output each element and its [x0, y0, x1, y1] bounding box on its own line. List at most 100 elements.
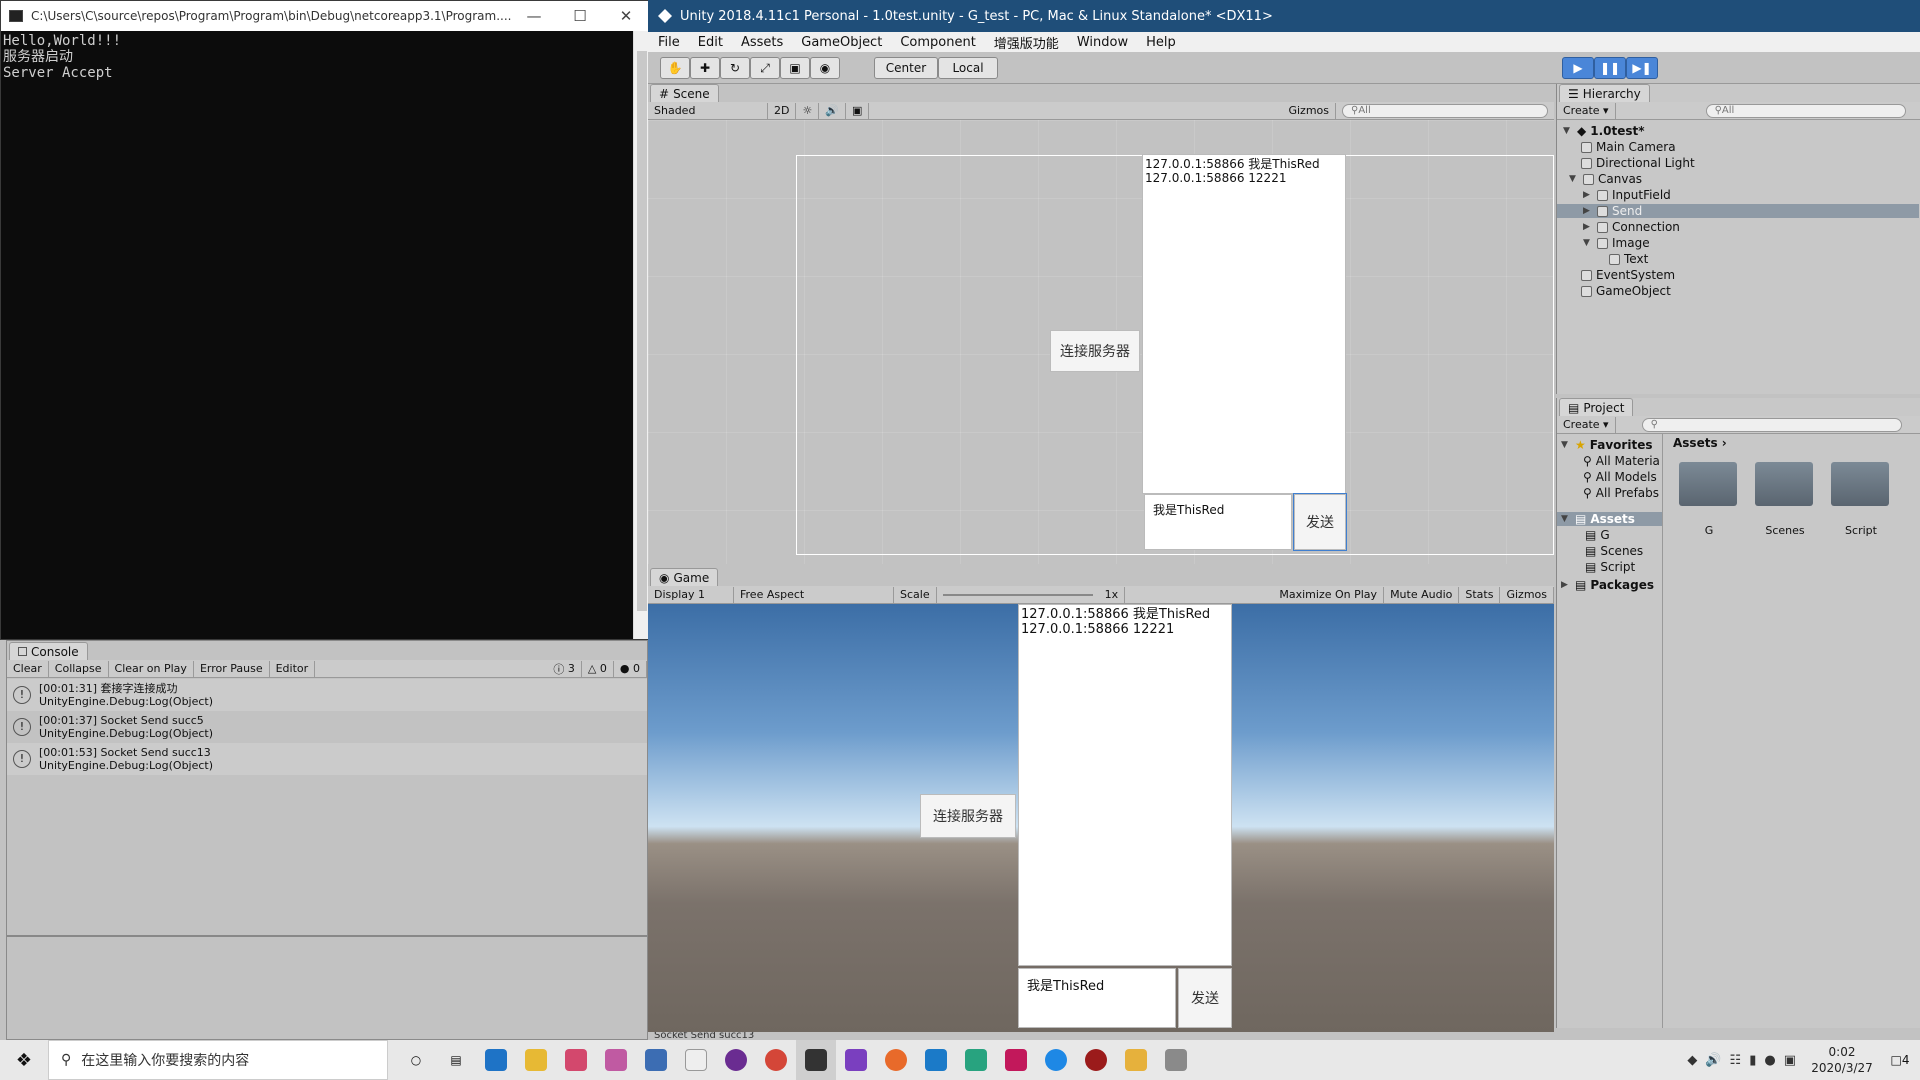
menu-help[interactable]: Help — [1146, 35, 1176, 50]
console-scrollbar[interactable] — [633, 31, 649, 639]
info-count-toggle[interactable]: ⓘ 3 — [547, 660, 582, 677]
maximize-button[interactable]: ☐ — [557, 7, 603, 25]
tab-scene[interactable]: # Scene — [650, 84, 719, 102]
aspect-dropdown[interactable]: Free Aspect — [734, 586, 894, 603]
app-icon[interactable] — [876, 1040, 916, 1080]
rotate-tool-button[interactable]: ↻ — [720, 57, 750, 79]
hierarchy-item[interactable]: Directional Light — [1581, 156, 1695, 170]
app-icon[interactable] — [596, 1040, 636, 1080]
app-icon[interactable] — [556, 1040, 596, 1080]
hierarchy-item[interactable]: ▶ Connection — [1583, 220, 1680, 234]
unity-title-bar[interactable]: Unity 2018.4.11c1 Personal - 1.0test.uni… — [648, 0, 1920, 32]
console-error-pause-button[interactable]: Error Pause — [194, 660, 270, 677]
audio-toggle-icon[interactable]: 🔊 — [819, 102, 847, 119]
console-entry[interactable]: ! [00:01:37] Socket Send succ5 UnityEngin… — [7, 711, 647, 743]
menu-file[interactable]: File — [658, 35, 680, 50]
assets-tree-item[interactable]: ▤ G — [1585, 528, 1610, 542]
clock[interactable]: 0:02 2020/3/27 — [1804, 1044, 1880, 1076]
scale-slider[interactable] — [942, 593, 1093, 596]
lighting-toggle-icon[interactable]: ☼ — [796, 102, 820, 119]
console-title-bar[interactable]: C:\Users\C\source\repos\Program\Program\… — [1, 1, 649, 31]
app-icon[interactable] — [1116, 1040, 1156, 1080]
tab-hierarchy[interactable]: ☰ Hierarchy — [1559, 84, 1650, 102]
scene-gizmos-dropdown[interactable]: Gizmos — [1282, 102, 1336, 119]
hierarchy-item[interactable]: GameObject — [1581, 284, 1671, 298]
volume-icon[interactable]: 🔊 — [1705, 1053, 1721, 1068]
console-detail-divider[interactable] — [7, 935, 647, 937]
scene-send-button[interactable]: 发送 — [1293, 493, 1347, 551]
transform-tool-button[interactable]: ◉ — [810, 57, 840, 79]
game-message-input[interactable]: 我是ThisRed — [1018, 968, 1176, 1028]
scene-message-panel[interactable]: 127.0.0.1:58866 我是ThisRed 127.0.0.1:5886… — [1142, 154, 1346, 494]
game-send-button[interactable]: 发送 — [1178, 968, 1232, 1028]
menu-edit[interactable]: Edit — [698, 35, 723, 50]
menu-enhanced[interactable]: 增强版功能 — [994, 33, 1059, 52]
tab-game[interactable]: ◉ Game — [650, 568, 719, 586]
file-explorer-icon[interactable] — [516, 1040, 556, 1080]
asset-folder[interactable]: Scenes — [1755, 462, 1815, 537]
favorites-item[interactable]: ⚲ All Models — [1583, 470, 1657, 484]
cortana-icon[interactable]: ○ — [396, 1040, 436, 1080]
app-icon[interactable] — [636, 1040, 676, 1080]
console-entry[interactable]: ! [00:01:53] Socket Send succ13 UnityEngi… — [7, 743, 647, 775]
hierarchy-item[interactable]: ▼ Canvas — [1569, 172, 1642, 186]
hierarchy-create-dropdown[interactable]: Create ▾ — [1557, 102, 1616, 119]
game-message-panel[interactable]: 127.0.0.1:58866 我是ThisRed 127.0.0.1:5886… — [1018, 604, 1232, 966]
scene-search-input[interactable]: ⚲ All — [1342, 103, 1548, 118]
favorites-section[interactable]: ▼ ★ Favorites — [1561, 438, 1652, 452]
vscode-icon[interactable] — [916, 1040, 956, 1080]
scene-viewport[interactable]: 127.0.0.1:58866 我是ThisRed 127.0.0.1:5886… — [648, 120, 1554, 564]
favorites-item[interactable]: ⚲ All Prefabs — [1583, 486, 1659, 500]
asset-folder[interactable]: Script — [1831, 462, 1891, 537]
project-search-input[interactable]: ⚲ — [1641, 417, 1902, 432]
assets-tree-item[interactable]: ▤ Script — [1585, 560, 1635, 574]
hierarchy-search-input[interactable]: ⚲ All — [1705, 103, 1906, 118]
visual-studio-icon[interactable] — [836, 1040, 876, 1080]
console-entry[interactable]: ! [00:01:31] 套接字连接成功 UnityEngine.Debug:Lo… — [7, 679, 647, 711]
favorites-item[interactable]: ⚲ All Materia — [1583, 454, 1660, 468]
packages-tree-root[interactable]: ▶ ▤ Packages — [1561, 578, 1654, 592]
hierarchy-item-selected[interactable]: ▶ Send — [1557, 204, 1919, 218]
hierarchy-item[interactable]: Text — [1609, 252, 1648, 266]
asset-folder[interactable]: G — [1679, 462, 1739, 537]
scene-connect-button[interactable]: 连接服务器 — [1050, 330, 1140, 372]
display-dropdown[interactable]: Display 1 — [648, 586, 734, 603]
notification-center-icon[interactable]: □ 4 — [1880, 1040, 1920, 1080]
menu-assets[interactable]: Assets — [741, 35, 783, 50]
app-icon[interactable] — [1036, 1040, 1076, 1080]
menu-component[interactable]: Component — [900, 35, 975, 50]
effects-dropdown-icon[interactable]: ▣ — [846, 102, 870, 119]
edge-icon[interactable] — [476, 1040, 516, 1080]
tab-console[interactable]: Console — [9, 642, 88, 660]
game-gizmos-dropdown[interactable]: Gizmos — [1500, 586, 1554, 603]
minimize-button[interactable]: — — [511, 7, 557, 25]
taskbar-search-box[interactable]: ⚲ 在这里输入你要搜索的内容 — [48, 1040, 388, 1080]
scale-tool-button[interactable]: ⤢ — [750, 57, 780, 79]
move-tool-button[interactable]: ✚ — [690, 57, 720, 79]
hand-tool-button[interactable]: ✋ — [660, 57, 690, 79]
tab-project[interactable]: ▤ Project — [1559, 398, 1634, 416]
menu-window[interactable]: Window — [1077, 35, 1128, 50]
step-button[interactable]: ▶❚ — [1626, 57, 1658, 79]
hierarchy-item[interactable]: Main Camera — [1581, 140, 1676, 154]
qq-icon[interactable]: ● — [1764, 1053, 1775, 1068]
pivot-local-toggle[interactable]: Local — [938, 57, 998, 79]
console-collapse-button[interactable]: Collapse — [49, 660, 109, 677]
hierarchy-scene-root[interactable]: ▼ ◆ 1.0test* — [1563, 124, 1645, 138]
network-icon[interactable]: ☷ — [1730, 1053, 1742, 1068]
maximize-on-play-toggle[interactable]: Maximize On Play — [1273, 586, 1385, 603]
hierarchy-item[interactable]: ▶ InputField — [1583, 188, 1671, 202]
hierarchy-item[interactable]: ▼ Image — [1583, 236, 1650, 250]
app-icon[interactable] — [956, 1040, 996, 1080]
unity-icon[interactable] — [796, 1040, 836, 1080]
project-create-dropdown[interactable]: Create ▾ — [1557, 416, 1616, 433]
play-button[interactable]: ▶ — [1562, 57, 1594, 79]
app-icon[interactable] — [1076, 1040, 1116, 1080]
start-button[interactable]: ❖ — [0, 1040, 48, 1080]
shading-mode-dropdown[interactable]: Shaded — [648, 102, 768, 119]
game-viewport[interactable]: 127.0.0.1:58866 我是ThisRed 127.0.0.1:5886… — [648, 604, 1554, 1032]
assets-tree-item[interactable]: ▤ Scenes — [1585, 544, 1643, 558]
console-clear-button[interactable]: Clear — [7, 660, 49, 677]
error-count-toggle[interactable]: ● 0 — [614, 660, 647, 677]
console-editor-dropdown[interactable]: Editor — [270, 660, 316, 677]
